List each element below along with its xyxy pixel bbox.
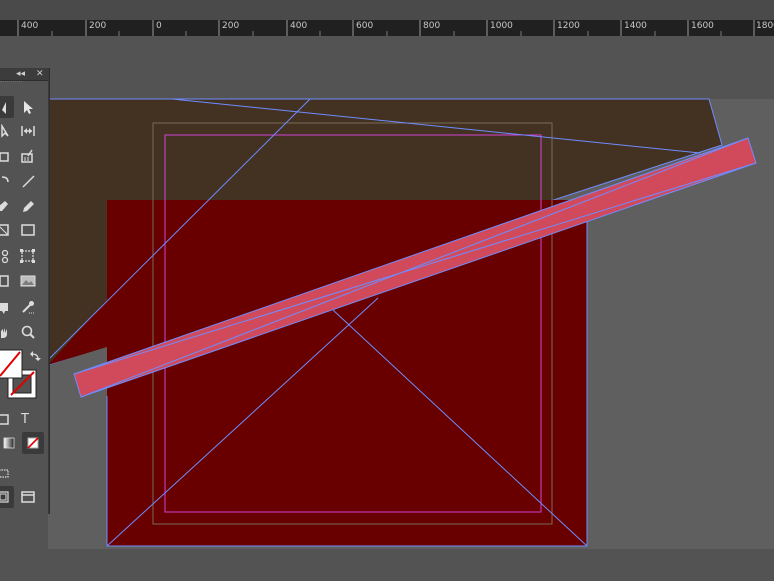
direct-selection-icon: [24, 101, 33, 114]
hand-icon: [1, 328, 7, 338]
note-icon: [0, 303, 8, 314]
rectangle-tool[interactable]: [17, 219, 39, 241]
application-bar: [0, 0, 774, 20]
normal-screen-icon: [0, 491, 9, 503]
content-collector-icon: [0, 152, 9, 162]
content-collector-tool[interactable]: [0, 145, 14, 167]
zoom-icon: [21, 325, 35, 339]
panel-grip[interactable]: [0, 81, 22, 88]
scissors-tool[interactable]: [0, 245, 14, 267]
eyedropper-icon: [22, 301, 34, 314]
direct-selection-tool[interactable]: [17, 96, 39, 118]
type-icon: T: [21, 411, 29, 427]
format-container-icon: [0, 414, 9, 425]
horizontal-ruler[interactable]: 400 200 0 200 400 600 800 1000 1200 1400…: [0, 20, 774, 36]
ruler-ticks: [17, 20, 755, 36]
pencil-icon: [23, 201, 34, 212]
status-area: [0, 549, 774, 581]
gradient-icon: [3, 437, 15, 449]
screen-mode-icon: [21, 491, 35, 503]
rectangle-frame-tool[interactable]: [0, 219, 14, 241]
free-transform-tool[interactable]: [17, 245, 39, 267]
content-placer-tool[interactable]: [17, 145, 39, 167]
ruler-label: 1600: [691, 21, 714, 31]
format-container-button[interactable]: [0, 408, 14, 430]
hand-tool[interactable]: [0, 321, 14, 343]
gap-icon: [21, 126, 35, 136]
content-placer-icon: [21, 149, 33, 163]
type-on-path-tool[interactable]: [0, 170, 14, 192]
collapse-icon[interactable]: ◂◂: [16, 68, 25, 80]
gradient-swatch-icon: [0, 275, 9, 287]
page-tool[interactable]: [0, 120, 14, 142]
ruler-label: 400: [290, 21, 308, 31]
tools-panel-header[interactable]: ◂◂ ✕: [0, 68, 48, 81]
pencil-tool[interactable]: [17, 195, 39, 217]
none-swatch-icon: [27, 437, 39, 449]
fill-stroke-swatches[interactable]: [0, 348, 45, 404]
free-transform-icon: [20, 249, 35, 263]
pen-tool[interactable]: [0, 195, 14, 217]
fill-stroke-icon: [0, 349, 41, 399]
format-text-button[interactable]: T: [14, 408, 36, 430]
apply-gradient-button[interactable]: [0, 432, 20, 454]
ruler-label: 800: [423, 21, 441, 31]
ruler-label: 1000: [490, 21, 513, 31]
ruler-label: 1200: [557, 21, 580, 31]
line-icon: [22, 175, 35, 188]
line-tool[interactable]: [17, 170, 39, 192]
apply-none-button[interactable]: [22, 432, 44, 454]
type-path-icon: [1, 176, 9, 183]
selection-tool[interactable]: [0, 96, 14, 118]
close-icon[interactable]: ✕: [36, 68, 44, 80]
note-tool[interactable]: [0, 296, 14, 318]
scissors-icon: [1, 249, 9, 263]
ruler-label: 1400: [624, 21, 647, 31]
gradient-feather-tool[interactable]: [17, 270, 39, 292]
zoom-tool[interactable]: [17, 321, 39, 343]
selection-arrow-icon: [2, 102, 6, 114]
ruler-label: 200: [89, 21, 107, 31]
rectangle-frame-icon: [0, 224, 9, 236]
tools-panel[interactable]: ◂◂ ✕ T: [0, 68, 49, 514]
ruler-label: 600: [356, 21, 374, 31]
eyedropper-tool[interactable]: [17, 296, 39, 318]
screen-mode-button[interactable]: [17, 486, 39, 508]
ruler-label: 400: [21, 21, 39, 31]
pen-icon: [0, 201, 8, 211]
document-canvas[interactable]: [0, 36, 774, 581]
gap-tool[interactable]: [17, 120, 39, 142]
rectangle-icon: [21, 224, 35, 236]
ruler-label: 0: [156, 21, 162, 31]
ruler-label: 1800: [756, 21, 774, 31]
ruler-label: 200: [222, 21, 240, 31]
page-icon: [1, 124, 9, 138]
view-mode-icon: [0, 469, 9, 478]
gradient-swatch-tool[interactable]: [0, 270, 14, 292]
view-mode-button[interactable]: [0, 462, 14, 484]
image-icon: [20, 275, 36, 287]
normal-screen-mode-button[interactable]: [0, 486, 14, 508]
